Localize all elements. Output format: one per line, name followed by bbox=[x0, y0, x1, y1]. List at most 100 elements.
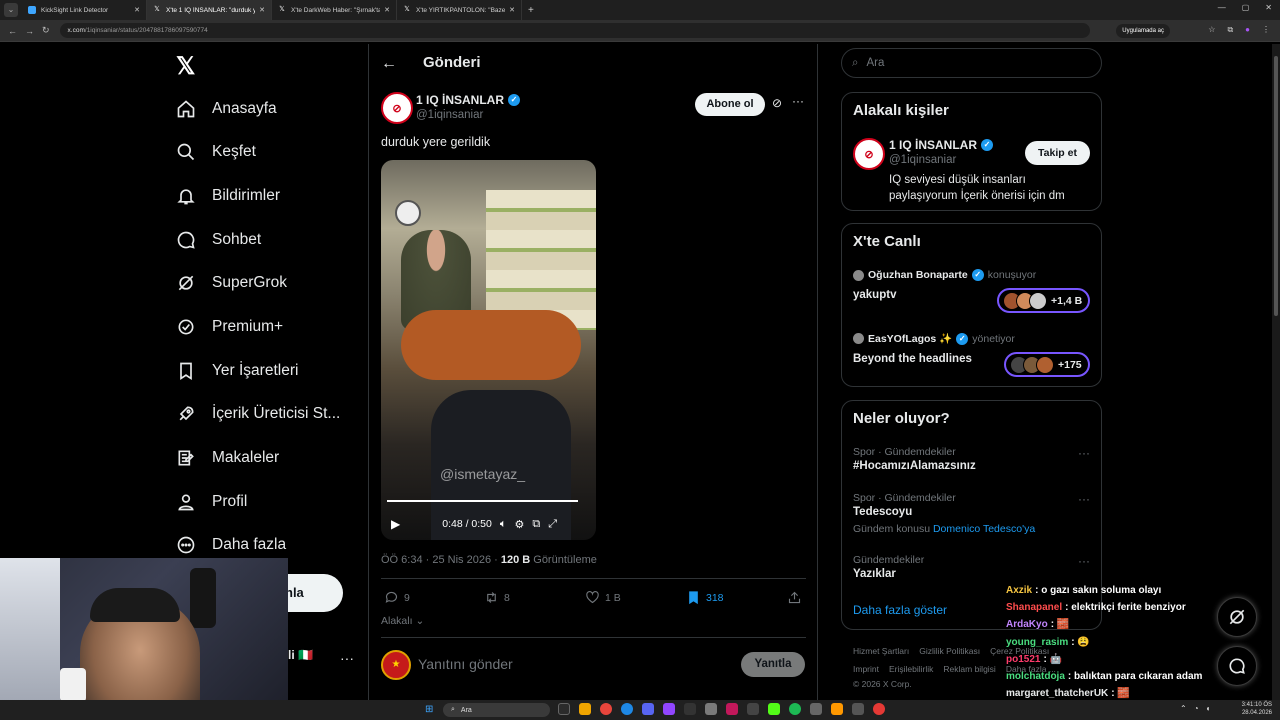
more-options-icon[interactable]: ··· bbox=[792, 94, 804, 108]
trend-context-link[interactable]: Domenico Tedesco'ya bbox=[933, 523, 1035, 535]
nav-item-premium[interactable]: Premium+ bbox=[176, 312, 283, 342]
nav-item-supergrok[interactable]: SuperGrok bbox=[176, 268, 287, 298]
back-arrow-icon[interactable]: ← bbox=[381, 55, 397, 73]
nav-item-more[interactable]: Daha fazla bbox=[176, 530, 286, 560]
reply-input[interactable]: Yanıtını gönder bbox=[418, 656, 513, 672]
open-in-app-button[interactable]: Uygulamada aç bbox=[1116, 24, 1170, 38]
reply-button[interactable]: Yanıtla bbox=[741, 652, 805, 677]
trend-name[interactable]: Yazıklar bbox=[853, 568, 896, 580]
author-name[interactable]: 1 IQ İNSANLAR ✓ bbox=[416, 93, 521, 107]
x-logo-icon[interactable]: 𝕏 bbox=[176, 52, 195, 81]
browser-tab[interactable]: 𝕏 X'te YIRTIKPANTOLON: "Bazen ✕ bbox=[397, 0, 522, 20]
nav-item-explore[interactable]: Keşfet bbox=[176, 137, 256, 167]
app-icon[interactable] bbox=[663, 703, 675, 715]
footer-link[interactable]: Hizmet Şartları bbox=[853, 646, 909, 656]
fullscreen-icon[interactable]: ⤢ bbox=[548, 518, 557, 531]
related-person-avatar[interactable]: ⊘ bbox=[853, 138, 885, 170]
nav-item-home[interactable]: Anasayfa bbox=[176, 94, 277, 124]
app-icon[interactable] bbox=[705, 703, 717, 715]
account-more-icon[interactable]: ··· bbox=[340, 650, 354, 666]
show-more-link[interactable]: Daha fazla göster bbox=[853, 603, 947, 617]
page-scrollbar[interactable] bbox=[1272, 44, 1280, 700]
scrollbar-thumb[interactable] bbox=[1274, 56, 1278, 316]
nav-item-articles[interactable]: Makaleler bbox=[176, 443, 279, 473]
related-person-name[interactable]: 1 IQ İNSANLAR ✓ bbox=[889, 138, 994, 152]
nav-item-profile[interactable]: Profil bbox=[176, 487, 247, 517]
browser-tab-active[interactable]: 𝕏 X'te 1 IQ İNSANLAR: "durduk y ✕ bbox=[147, 0, 272, 20]
trend-name[interactable]: Tedescoyu bbox=[853, 506, 912, 518]
wifi-icon[interactable]: ◔ bbox=[1194, 704, 1199, 713]
app-icon[interactable] bbox=[873, 703, 885, 715]
trend-more-icon[interactable]: ··· bbox=[1078, 492, 1090, 506]
back-nav-icon[interactable]: ← bbox=[8, 26, 17, 36]
reply-action[interactable]: 9 bbox=[384, 590, 410, 605]
messages-float-button[interactable] bbox=[1217, 646, 1257, 686]
live-title[interactable]: yakuptv bbox=[853, 289, 896, 301]
live-listeners-pill[interactable]: +175 bbox=[1004, 352, 1090, 377]
trend-more-icon[interactable]: ··· bbox=[1078, 554, 1090, 568]
share-action[interactable] bbox=[787, 590, 802, 605]
windows-start-icon[interactable]: ⊞ bbox=[425, 704, 433, 715]
bookmark-action[interactable]: 318 bbox=[686, 590, 724, 605]
repost-action[interactable]: 8 bbox=[484, 590, 510, 605]
app-icon[interactable] bbox=[684, 703, 696, 715]
live-listeners-pill[interactable]: +1,4 B bbox=[997, 288, 1091, 313]
footer-link[interactable]: Gizlilik Politikası bbox=[919, 646, 980, 656]
video-player[interactable] bbox=[381, 160, 596, 540]
app-icon[interactable] bbox=[831, 703, 843, 715]
post-timestamp[interactable]: ÖÖ 6:34 · 25 Nis 2026 · bbox=[381, 554, 501, 566]
nav-item-chat[interactable]: Sohbet bbox=[176, 225, 261, 255]
footer-link[interactable]: Imprint bbox=[853, 664, 879, 674]
browser-tab[interactable]: KickSight Link Detector ✕ bbox=[22, 0, 147, 20]
reload-icon[interactable]: ↻ bbox=[42, 25, 50, 36]
close-tab-icon[interactable]: ✕ bbox=[509, 6, 515, 14]
tray-chevron-icon[interactable]: ⌃ bbox=[1180, 704, 1187, 713]
browser-tab[interactable]: 𝕏 X'te DarkWeb Haber: "Şırnak'ta ✕ bbox=[272, 0, 397, 20]
close-tab-icon[interactable]: ✕ bbox=[259, 6, 265, 14]
trend-more-icon[interactable]: ··· bbox=[1078, 446, 1090, 460]
chrome-icon[interactable] bbox=[600, 703, 612, 715]
edge-icon[interactable] bbox=[621, 703, 633, 715]
url-field[interactable]: x.com/1iqinsaniar/status/204788178609759… bbox=[59, 23, 1090, 38]
app-icon[interactable] bbox=[852, 703, 864, 715]
nav-item-bookmarks[interactable]: Yer İşaretleri bbox=[176, 356, 298, 386]
author-avatar[interactable]: ⊘ bbox=[381, 92, 413, 124]
app-icon[interactable] bbox=[558, 703, 570, 715]
app-icon[interactable] bbox=[810, 703, 822, 715]
star-icon[interactable]: ☆ bbox=[1208, 25, 1215, 35]
app-icon[interactable] bbox=[747, 703, 759, 715]
taskbar-clock[interactable]: 3:41:10 ÖS 28.04.2026 bbox=[1242, 701, 1272, 717]
close-window-icon[interactable]: ✕ bbox=[1265, 3, 1272, 12]
grok-icon[interactable]: ⊘ bbox=[772, 96, 782, 110]
follow-button[interactable]: Takip et bbox=[1025, 141, 1090, 165]
grok-float-button[interactable] bbox=[1217, 597, 1257, 637]
related-person-handle[interactable]: @1iqinsaniar bbox=[889, 154, 956, 166]
trend-name[interactable]: #HocamızıAlamazsınız bbox=[853, 460, 976, 472]
app-icon[interactable] bbox=[642, 703, 654, 715]
related-sort-toggle[interactable]: Alakalı ⌄ bbox=[381, 615, 424, 627]
app-icon[interactable] bbox=[726, 703, 738, 715]
profile-icon[interactable]: ● bbox=[1245, 25, 1250, 35]
close-tab-icon[interactable]: ✕ bbox=[134, 6, 140, 14]
pip-icon[interactable]: ⧉ bbox=[532, 518, 540, 531]
settings-gear-icon[interactable]: ⚙ bbox=[514, 518, 524, 531]
extension-icon[interactable]: ⧉ bbox=[1227, 25, 1233, 35]
nav-item-creator-studio[interactable]: İçerik Üreticisi St... bbox=[176, 399, 340, 429]
app-icon[interactable] bbox=[579, 703, 591, 715]
volume-icon[interactable]: 🔈︎ bbox=[500, 518, 507, 531]
live-host[interactable]: Oğuzhan Bonaparte ✓ konuşuyor bbox=[853, 269, 1036, 281]
live-host[interactable]: EasYOfLagos ✨ ✓ yönetiyor bbox=[853, 332, 1015, 345]
menu-dots-icon[interactable]: ⋮ bbox=[1262, 25, 1270, 35]
taskbar-search[interactable]: ⌕ Ara bbox=[443, 703, 550, 717]
video-progress-bar[interactable] bbox=[387, 500, 578, 502]
subscribe-button[interactable]: Abone ol bbox=[695, 93, 765, 116]
close-tab-icon[interactable]: ✕ bbox=[384, 6, 390, 14]
like-action[interactable]: 1 B bbox=[585, 590, 621, 605]
tab-menu-icon[interactable]: ⌄ bbox=[4, 3, 18, 17]
new-tab-icon[interactable]: + bbox=[528, 5, 534, 16]
maximize-icon[interactable]: ▢ bbox=[1242, 3, 1250, 12]
play-icon[interactable]: ▶ bbox=[391, 517, 400, 531]
footer-link[interactable]: Erişilebilirlik bbox=[889, 664, 933, 674]
search-input[interactable]: ⌕ Ara bbox=[841, 48, 1102, 78]
minimize-icon[interactable]: — bbox=[1218, 3, 1226, 12]
